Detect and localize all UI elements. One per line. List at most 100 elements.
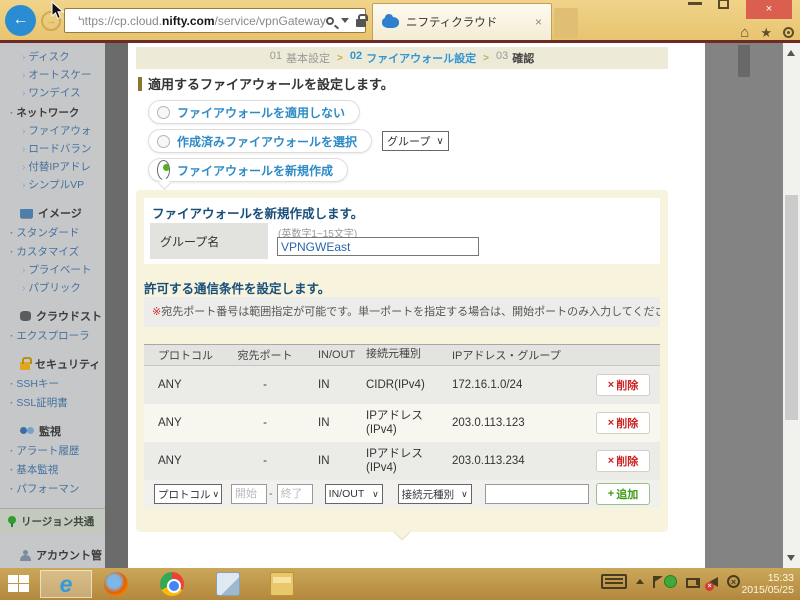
group-select[interactable]: グループ bbox=[382, 131, 449, 151]
search-icon[interactable] bbox=[326, 17, 334, 25]
sidebar-item[interactable]: 付替IPアドレ bbox=[22, 159, 105, 174]
security-status-icon[interactable] bbox=[664, 575, 677, 588]
sidebar-item[interactable]: パブリック bbox=[22, 280, 105, 295]
gear-icon[interactable] bbox=[783, 27, 794, 38]
sidebar-item[interactable]: 基本監視 bbox=[10, 462, 105, 477]
cloud-tab-icon bbox=[382, 17, 399, 28]
delete-row-button[interactable]: 削除 bbox=[596, 374, 650, 396]
address-bar[interactable]: https://cp.cloud.nifty.com/service/vpnGa… bbox=[64, 8, 366, 33]
lock-icon bbox=[356, 19, 366, 27]
favorites-star-icon[interactable]: ★ bbox=[760, 25, 772, 41]
group-name-label: グループ名 bbox=[150, 223, 268, 259]
window-restore-button[interactable] bbox=[718, 0, 729, 9]
sidebar-item[interactable]: プライベート bbox=[22, 262, 105, 277]
protocol-select[interactable]: プロトコル bbox=[154, 484, 222, 504]
page-title: 適用するファイアウォールを設定します。 bbox=[148, 74, 394, 93]
action-center-flag-icon[interactable] bbox=[653, 576, 655, 588]
sidebar-item[interactable]: イメージ bbox=[20, 205, 105, 221]
page-title-row: 適用するファイアウォールを設定します。 bbox=[138, 74, 394, 93]
breadcrumb-separator: > bbox=[337, 53, 343, 64]
new-tab-button[interactable] bbox=[554, 8, 578, 38]
sidebar-item-label: SSHキー bbox=[16, 378, 59, 390]
touch-keyboard-icon[interactable] bbox=[601, 574, 627, 589]
sidebar-item[interactable]: オートスケー bbox=[22, 67, 105, 82]
sidebar-item[interactable]: パフォーマン bbox=[10, 481, 105, 496]
chrome-icon[interactable] bbox=[160, 572, 184, 596]
sidebar-item-label: エクスプローラ bbox=[16, 330, 89, 342]
table-row: ANY-INIPアドレス(IPv4)203.0.113.234削除 bbox=[144, 442, 660, 480]
sidebar-item[interactable]: アカウント管 bbox=[20, 547, 105, 563]
group-name-input[interactable] bbox=[277, 237, 479, 256]
firefox-icon[interactable] bbox=[104, 572, 128, 596]
back-button[interactable]: ← bbox=[5, 5, 36, 36]
sidebar-item[interactable]: エクスプローラ bbox=[10, 328, 105, 343]
sidebar-item[interactable]: 監視 bbox=[20, 423, 105, 439]
taskbar-ie-active[interactable]: e bbox=[40, 570, 92, 598]
sidebar-item[interactable]: クラウドスト bbox=[20, 308, 105, 324]
range-separator: - bbox=[269, 488, 273, 500]
breadcrumb-step[interactable]: 02ファイアウォール設定 bbox=[350, 50, 476, 66]
sidebar-item[interactable]: スタンダード bbox=[10, 225, 105, 240]
window-close-button[interactable]: × bbox=[746, 0, 792, 19]
sidebar-item[interactable]: リージョン共通 bbox=[0, 508, 105, 534]
status-x-icon[interactable]: × bbox=[727, 575, 740, 588]
sidebar-item-label: パブリック bbox=[28, 282, 81, 294]
sidebar-item[interactable]: セキュリティ bbox=[20, 356, 105, 372]
file-explorer-icon[interactable] bbox=[270, 572, 294, 596]
browser-chrome: ← → https://cp.cloud.nifty.com/service/v… bbox=[0, 0, 800, 40]
x-icon bbox=[608, 379, 614, 391]
option-label: ファイアウォールを新規作成 bbox=[177, 162, 333, 179]
firewall-option-pill[interactable]: 作成済みファイアウォールを選択 bbox=[148, 129, 372, 153]
source-type-select[interactable]: 接続元種別 bbox=[398, 484, 472, 504]
start-button[interactable] bbox=[8, 575, 30, 593]
breadcrumb-step[interactable]: 03確認 bbox=[496, 50, 534, 66]
sidebar-item-label: オートスケー bbox=[28, 69, 91, 81]
sidebar-item[interactable]: ロードバラン bbox=[22, 141, 105, 156]
firewall-option-pill[interactable]: ファイアウォールを適用しない bbox=[148, 100, 360, 124]
home-icon[interactable]: ⌂ bbox=[740, 24, 749, 41]
sidebar-item[interactable]: ワンデイス bbox=[22, 85, 105, 100]
conditions-table: プロトコル宛先ポートIN/OUT接続元種別IPアドレス・グループ ANY-INC… bbox=[144, 344, 660, 508]
sidebar-item[interactable]: カスタマイズ bbox=[10, 244, 105, 259]
add-condition-button[interactable]: 追加 bbox=[596, 483, 650, 505]
breadcrumb-step[interactable]: 01基本設定 bbox=[270, 50, 330, 66]
create-heading: ファイアウォールを新規作成します。 bbox=[152, 203, 363, 222]
sidebar-item[interactable]: ネットワーク bbox=[10, 105, 105, 120]
notepad-icon[interactable] bbox=[216, 572, 240, 596]
scroll-up-arrow[interactable] bbox=[787, 50, 795, 56]
inout-select[interactable]: IN/OUT bbox=[325, 484, 383, 504]
sidebar-item-label: ファイアウォ bbox=[28, 125, 91, 137]
ip-address-input[interactable] bbox=[485, 484, 589, 504]
sidebar-item[interactable]: シンプルVP bbox=[22, 177, 105, 192]
volume-muted-icon[interactable] bbox=[709, 577, 718, 587]
delete-row-button[interactable]: 削除 bbox=[596, 450, 650, 472]
window-minimize-button[interactable] bbox=[688, 2, 702, 5]
scrollbar-thumb[interactable] bbox=[785, 195, 798, 420]
x-icon bbox=[608, 455, 614, 467]
port-end-input[interactable] bbox=[277, 484, 313, 504]
vertical-scrollbar[interactable] bbox=[783, 43, 800, 568]
browser-tab[interactable]: ニフティクラウド × bbox=[372, 3, 552, 40]
sidebar-item-label: イメージ bbox=[38, 205, 82, 221]
cell-ip: 172.16.1.0/24 bbox=[452, 379, 582, 391]
tray-expand-icon[interactable] bbox=[636, 579, 644, 584]
column-header: 接続元種別 bbox=[366, 348, 452, 362]
sidebar-item[interactable]: アラート履歴 bbox=[10, 443, 105, 458]
sidebar-item[interactable]: ファイアウォ bbox=[22, 123, 105, 138]
table-row: ANY-INCIDR(IPv4)172.16.1.0/24削除 bbox=[144, 366, 660, 404]
tab-close-icon[interactable]: × bbox=[535, 15, 542, 29]
cell-source-type: CIDR(IPv4) bbox=[366, 378, 452, 392]
port-start-input[interactable] bbox=[231, 484, 267, 504]
group-name-box: ファイアウォールを新規作成します。 グループ名 (英数字1~15文字) bbox=[144, 198, 660, 264]
sidebar-item-label: 監視 bbox=[39, 423, 61, 439]
taskbar-clock[interactable]: 15:33 2015/05/25 bbox=[741, 572, 794, 596]
firewall-option-pill[interactable]: ファイアウォールを新規作成 bbox=[148, 158, 348, 182]
delete-row-button[interactable]: 削除 bbox=[596, 412, 650, 434]
scroll-down-arrow[interactable] bbox=[787, 555, 795, 561]
cell-port: - bbox=[234, 455, 296, 467]
sidebar-item[interactable]: ディスク bbox=[22, 49, 105, 64]
sidebar-item[interactable]: SSL証明書 bbox=[10, 395, 105, 410]
chevron-down-icon[interactable] bbox=[341, 18, 349, 23]
sidebar-item[interactable]: SSHキー bbox=[10, 376, 105, 391]
sidebar-item-label: シンプルVP bbox=[28, 179, 84, 191]
